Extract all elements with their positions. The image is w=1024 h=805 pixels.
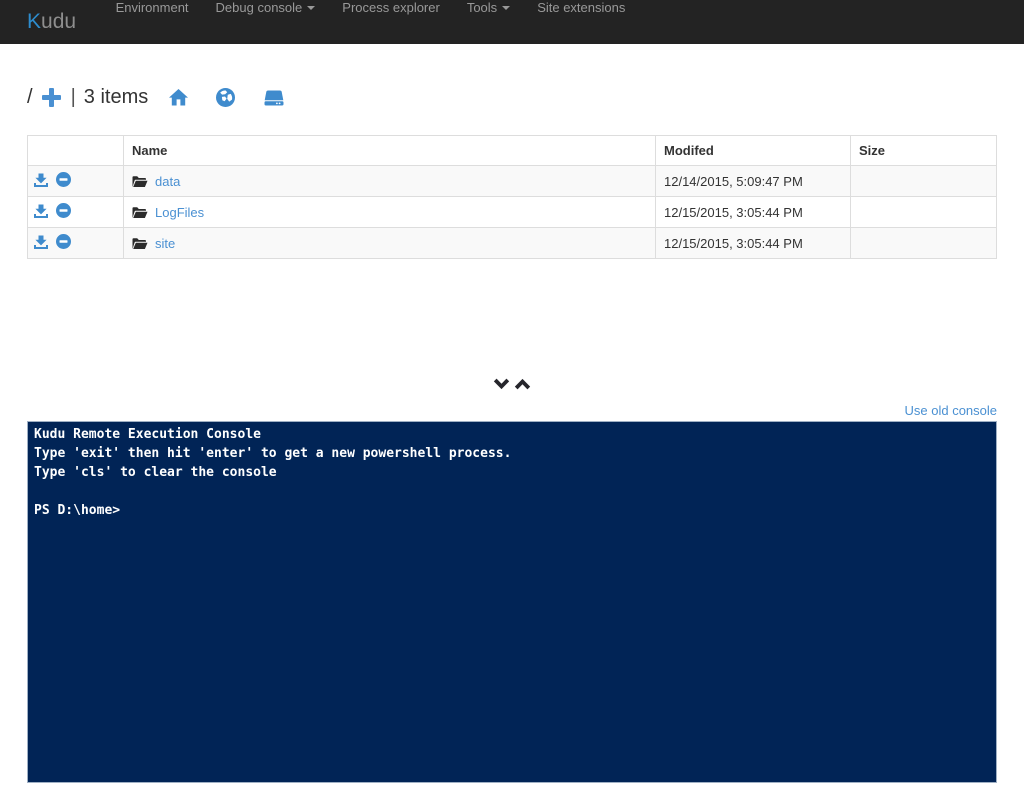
breadcrumb: / | 3 items [27, 84, 997, 111]
nav-item-label: Process explorer [342, 0, 440, 15]
nav-item-environment[interactable]: Environment [102, 0, 202, 15]
folder-link[interactable]: LogFiles [155, 205, 204, 220]
header-actions [28, 136, 124, 166]
breadcrumb-separator: | [71, 86, 76, 109]
size-cell [851, 228, 997, 259]
navbar: Kudu Environment Debug console Process e… [0, 0, 1024, 44]
download-button[interactable] [34, 235, 48, 249]
nav-item-label: Debug console [216, 0, 303, 15]
nav-item-tools[interactable]: Tools [453, 0, 523, 15]
download-button[interactable] [34, 173, 48, 187]
console-prompt[interactable]: PS D:\home> [34, 501, 990, 520]
header-name: Name [124, 136, 656, 166]
nav-menu: Environment Debug console Process explor… [102, 0, 639, 44]
delete-button[interactable] [56, 234, 71, 249]
file-table: Name Modifed Size [27, 135, 997, 259]
nav-item-site-extensions[interactable]: Site extensions [524, 0, 639, 15]
caret-down-icon [502, 6, 510, 10]
table-row: site 12/15/2015, 3:05:44 PM [28, 228, 997, 259]
modified-cell: 12/14/2015, 5:09:47 PM [656, 166, 851, 197]
plus-icon [42, 88, 61, 107]
chevron-up-icon [514, 378, 531, 390]
nav-item-label: Tools [467, 0, 497, 15]
size-cell [851, 166, 997, 197]
minus-circle-icon [56, 234, 71, 249]
minus-circle-icon [56, 203, 71, 218]
console-line [34, 482, 990, 501]
header-modified: Modifed [656, 136, 851, 166]
minus-circle-icon [56, 172, 71, 187]
site-root-button[interactable] [216, 88, 235, 107]
console-resize-bar [27, 376, 997, 391]
local-drive-button[interactable] [264, 90, 284, 106]
items-count-label: 3 items [84, 86, 148, 109]
table-row: data 12/14/2015, 5:09:47 PM [28, 166, 997, 197]
download-icon [34, 235, 48, 249]
globe-icon [216, 88, 235, 107]
home-button[interactable] [169, 89, 188, 106]
home-icon [169, 89, 188, 106]
folder-icon [132, 175, 148, 188]
old-console-row: Use old console [27, 403, 997, 418]
download-button[interactable] [34, 204, 48, 218]
table-row: LogFiles 12/15/2015, 3:05:44 PM [28, 197, 997, 228]
header-size: Size [851, 136, 997, 166]
drive-icon [264, 90, 284, 106]
folder-link[interactable]: site [155, 236, 175, 251]
nav-item-process-explorer[interactable]: Process explorer [329, 0, 454, 15]
nav-item-debug-console[interactable]: Debug console [202, 0, 329, 15]
new-item-button[interactable] [42, 88, 61, 107]
nav-item-label: Environment [116, 0, 189, 15]
modified-cell: 12/15/2015, 3:05:44 PM [656, 228, 851, 259]
download-icon [34, 204, 48, 218]
folder-link[interactable]: data [155, 174, 180, 189]
brand-letter: K [27, 10, 41, 34]
modified-cell: 12/15/2015, 3:05:44 PM [656, 197, 851, 228]
console-grow-button[interactable] [514, 378, 531, 390]
table-header-row: Name Modifed Size [28, 136, 997, 166]
delete-button[interactable] [56, 203, 71, 218]
caret-down-icon [307, 6, 315, 10]
size-cell [851, 197, 997, 228]
powershell-console[interactable]: Kudu Remote Execution Console Type 'exit… [27, 421, 997, 783]
folder-icon [132, 237, 148, 250]
delete-button[interactable] [56, 172, 71, 187]
folder-icon [132, 206, 148, 219]
nav-item-label: Site extensions [537, 0, 625, 15]
console-line: Kudu Remote Execution Console [34, 425, 990, 444]
console-line: Type 'exit' then hit 'enter' to get a ne… [34, 444, 990, 463]
kudu-brand[interactable]: Kudu [27, 0, 76, 44]
breadcrumb-root-link[interactable]: / [27, 86, 33, 109]
console-line: Type 'cls' to clear the console [34, 463, 990, 482]
brand-rest: udu [41, 10, 76, 34]
console-shrink-button[interactable] [493, 378, 510, 390]
chevron-down-icon [493, 378, 510, 390]
download-icon [34, 173, 48, 187]
use-old-console-link[interactable]: Use old console [905, 403, 998, 418]
